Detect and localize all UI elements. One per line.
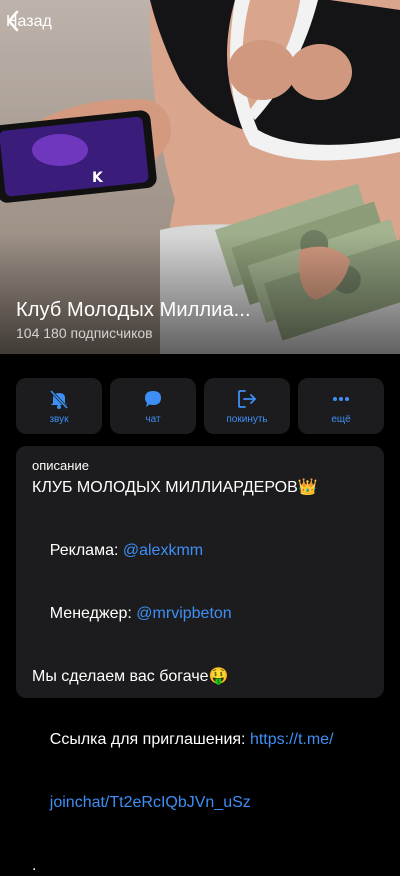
ads-handle-link[interactable]: @alexkmm [123,542,203,559]
channel-cover-photo[interactable]: K Назад Клуб Молодых Миллиа... 104 180 п… [0,0,400,354]
description-title: КЛУБ МОЛОДЫХ МИЛЛИАРДЕРОВ👑 [32,479,318,496]
ads-line: Реклама: @alexkmm [32,519,368,582]
svg-text:K: K [92,170,104,186]
invite-line: Ссылка для приглашения: https://t.me/ [32,708,368,771]
chat-button[interactable]: чат [110,378,196,434]
mute-button[interactable]: звук [16,378,102,434]
description-card: описание КЛУБ МОЛОДЫХ МИЛЛИАРДЕРОВ👑 Рекл… [16,446,384,874]
chat-bubble-icon [141,388,165,410]
ads-prefix: Реклама: [49,542,123,559]
invite-link[interactable]: https://t.me/ [250,731,334,748]
leave-button[interactable]: покинуть [204,378,290,434]
chevron-left-icon [7,10,19,32]
bell-slash-icon [47,388,71,410]
promise-line: Мы сделаем вас богаче🤑 [32,668,229,685]
back-button[interactable]: Назад [6,10,52,34]
manager-prefix: Менеджер: [49,605,137,622]
more-label: ещё [331,413,351,425]
manager-handle-link[interactable]: @mrvipbeton [136,605,231,622]
mute-label: звук [49,413,69,425]
leave-label: покинуть [226,413,268,425]
more-button[interactable]: ещё [298,378,384,434]
leave-icon [235,388,259,410]
channel-title: Клуб Молодых Миллиа... [16,299,251,321]
subscriber-count: 104 180 подписчиков [16,325,153,341]
channel-actions: звук чат покинуть ещё [16,378,384,434]
invite-line-continued: joinchat/Tt2eRcIQbJVn_uSz [32,771,368,834]
manager-line: Менеджер: @mrvipbeton [32,582,368,645]
invite-prefix: Ссылка для приглашения: [49,731,250,748]
more-icon [329,388,353,410]
invite-link-continued[interactable]: joinchat/Tt2eRcIQbJVn_uSz [50,794,251,811]
chat-label: чат [145,413,161,425]
description-label: описание [32,458,89,473]
trailing-dot: . [32,857,37,874]
